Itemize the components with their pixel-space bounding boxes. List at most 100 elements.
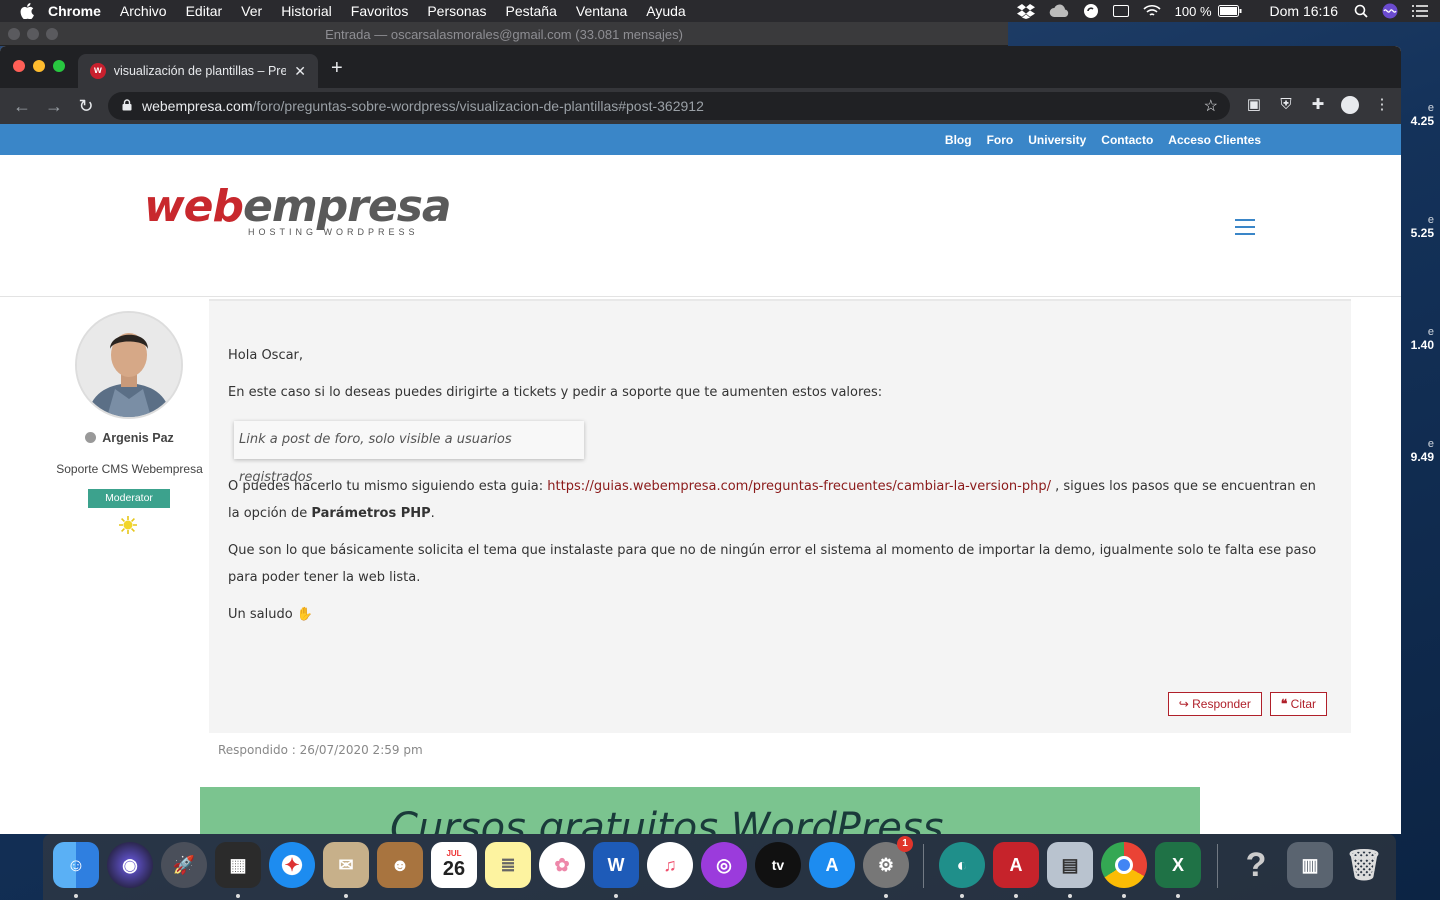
nav-link-university[interactable]: University [1028,133,1086,147]
hamburger-menu-icon[interactable] [1235,219,1255,240]
launchpad-icon[interactable]: 🚀 [161,842,207,888]
author-name-row: Argenis Paz [50,431,209,445]
app-store-icon[interactable]: A [809,842,855,888]
reply-button[interactable]: ↪ Responder [1167,692,1262,716]
zoom-window-icon[interactable] [53,60,65,72]
chrome-menu-icon[interactable]: ⋮ [1373,96,1391,114]
widget-value: 1.40 [1410,338,1434,352]
nav-link-contacto[interactable]: Contacto [1101,133,1153,147]
menu-historial[interactable]: Historial [281,3,332,19]
author-name[interactable]: Argenis Paz [102,431,174,445]
new-tab-icon[interactable]: + [331,58,343,78]
post-paragraph-1: En este caso si lo deseas puedes dirigir… [228,385,883,400]
dropbox-icon[interactable] [1016,3,1035,19]
cloud-icon[interactable] [1049,4,1069,18]
siri-icon[interactable] [1382,3,1398,19]
webempresa-logo[interactable]: webempresa HOSTING WORDPRESS [144,185,452,238]
nav-link-foro[interactable]: Foro [987,133,1014,147]
widget-value: 5.25 [1410,226,1434,240]
extensions-puzzle-icon[interactable]: ✚ [1309,96,1327,114]
word-icon[interactable]: W [593,842,639,888]
menu-editar[interactable]: Editar [186,3,223,19]
running-indicator [236,894,240,898]
site-header: webempresa HOSTING WORDPRESS [0,155,1401,297]
downloads-stack-icon[interactable]: ▥ [1287,842,1333,888]
chrome-icon[interactable] [1101,842,1147,888]
system-preferences-icon[interactable]: ⚙ 1 [863,836,913,888]
photos-icon[interactable]: ✿ [539,842,585,888]
lock-icon[interactable] [122,98,132,114]
battery-percent[interactable]: 100 % [1175,4,1212,19]
moderator-badge: Moderator [88,489,170,508]
forward-arrow-icon[interactable]: → [38,96,70,117]
notes-icon[interactable]: ≣ [485,842,531,888]
minimize-window-icon[interactable] [33,60,45,72]
time-machine-icon[interactable]: ◐ [939,842,985,888]
menu-pestana[interactable]: Pestaña [506,3,557,19]
wifi-icon[interactable] [1143,4,1161,18]
menu-favoritos[interactable]: Favoritos [351,3,409,19]
contacts-icon[interactable]: ☻ [377,842,423,888]
address-bar[interactable]: webempresa.com /foro/preguntas-sobre-wor… [108,92,1230,120]
nav-link-blog[interactable]: Blog [945,133,972,147]
author-avatar[interactable] [75,311,183,419]
mail-window-titlebar[interactable]: Entrada — oscarsalasmorales@gmail.com (3… [0,22,1008,46]
close-window-icon[interactable] [13,60,25,72]
menu-archivo[interactable]: Archivo [120,3,167,19]
finder-icon[interactable]: ☺ [53,842,99,888]
menu-personas[interactable]: Personas [427,3,486,19]
webempresa-favicon-icon: w [90,63,106,79]
tab-title: visualización de plantillas – Pre [113,64,287,78]
running-indicator [74,894,78,898]
reload-icon[interactable]: ↻ [70,96,102,117]
printer-icon[interactable]: ▤ [1047,842,1093,888]
bookmark-star-icon[interactable]: ☆ [1204,96,1218,116]
nav-link-acceso-clientes[interactable]: Acceso Clientes [1168,133,1261,147]
podcasts-icon[interactable]: ◎ [701,842,747,888]
menubar-status-area: 100 % Dom 16:16 [1016,0,1440,22]
close-tab-icon[interactable]: ✕ [294,63,306,80]
sync-icon[interactable] [1083,3,1099,19]
post-paragraph-3: Que son lo que básicamente solicita el t… [228,543,1317,585]
extension-shield-icon[interactable]: ⛨ [1277,96,1295,114]
photo-booth-icon[interactable]: ▦ [215,842,261,888]
extension-icon[interactable]: ▣ [1245,96,1263,114]
apple-icon[interactable] [20,3,34,20]
battery-icon[interactable] [1217,5,1242,17]
trash-icon[interactable]: 🗑 [1341,842,1387,888]
notification-center-icon[interactable] [1412,5,1428,17]
menu-ventana[interactable]: Ventana [576,3,627,19]
safari-icon[interactable]: ✦ [269,842,315,888]
calendar-icon[interactable]: JUL 26 [431,842,477,888]
guide-link[interactable]: https://guias.webempresa.com/preguntas-f… [547,479,1051,494]
offline-status-icon [85,432,97,443]
menu-app-name[interactable]: Chrome [48,3,101,19]
menu-ayuda[interactable]: Ayuda [646,3,685,19]
running-indicator [614,894,618,898]
clock[interactable]: Dom 16:16 [1270,3,1338,19]
mail-stamp-icon[interactable]: ✉ [323,842,369,888]
quote-button[interactable]: ❝ Citar [1269,692,1327,716]
p2-text-before: O puedes hacerlo tu mismo siguiendo esta… [228,479,548,494]
menu-ver[interactable]: Ver [241,3,262,19]
airplay-icon[interactable] [1112,5,1129,17]
tab-active[interactable]: w visualización de plantillas – Pre ✕ [78,54,318,88]
post-paragraph-2: O puedes hacerlo tu mismo siguiendo esta… [228,473,1328,527]
author-role: Soporte CMS Webempresa [56,462,203,476]
running-indicator [1014,894,1018,898]
running-indicator [1176,894,1180,898]
excel-icon[interactable]: X [1155,842,1201,888]
profile-avatar-icon[interactable] [1341,96,1359,114]
question-mark-icon[interactable]: ? [1233,842,1279,888]
desktop-widget: e 1.40 [1411,326,1434,352]
back-arrow-icon[interactable]: ← [6,96,38,117]
window-controls [13,60,65,72]
courses-banner[interactable]: Cursos gratuitos WordPress [200,787,1200,834]
music-icon[interactable]: ♫ [647,842,693,888]
siri-app-icon[interactable]: ◉ [107,842,153,888]
apple-tv-icon[interactable]: tv [755,842,801,888]
spotlight-search-icon[interactable] [1354,4,1368,18]
desktop-widget: e 9.49 [1411,438,1434,464]
post-signoff-row: Un saludo ✋ [228,601,1328,628]
acrobat-icon[interactable]: A [993,842,1039,888]
